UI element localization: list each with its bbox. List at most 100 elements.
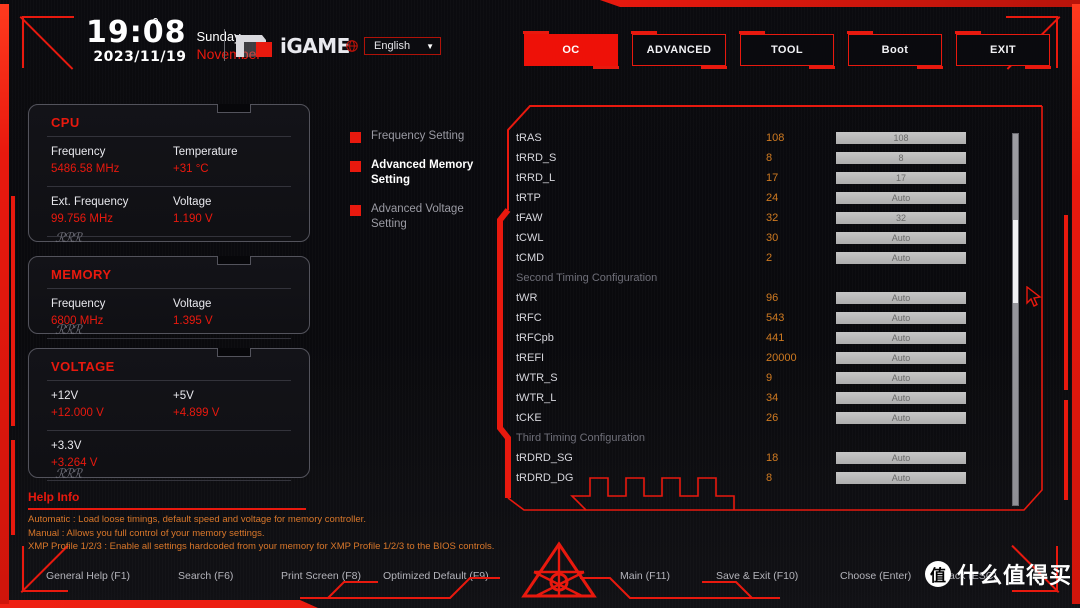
menu-item-advanced-voltage-setting[interactable]: Advanced Voltage Setting <box>350 202 490 232</box>
panel-scribble-decoration: ℛℛℛ <box>55 323 82 338</box>
language-selector[interactable]: English ▼ <box>345 37 441 55</box>
igame-mark-icon <box>232 31 278 61</box>
timing-input-field[interactable]: 32 <box>836 212 966 224</box>
divider <box>47 480 291 481</box>
timing-name: tREFI <box>516 352 545 364</box>
timing-name: tFAW <box>516 212 543 224</box>
timing-input-field[interactable]: 8 <box>836 152 966 164</box>
timings-row[interactable]: tCKE 26 Auto <box>516 408 1016 428</box>
timings-row[interactable]: tRDRD_DG 8 Auto <box>516 468 1016 488</box>
voltage-5v-cell: +5V +4.899 V <box>173 388 295 422</box>
menu-item-frequency-setting[interactable]: Frequency Setting <box>350 129 490 144</box>
timing-current-value: 2 <box>766 252 773 264</box>
cpu-ext-frequency-cell: Ext. Frequency 99.756 MHz <box>51 194 173 228</box>
timings-row[interactable]: tRRD_S 8 8 <box>516 148 1016 168</box>
timings-row[interactable]: tWR 96 Auto <box>516 288 1016 308</box>
frame-left-accent-low <box>11 440 15 535</box>
cpu-panel-title: CPU <box>51 115 80 130</box>
voltage-panel-title: VOLTAGE <box>51 359 115 374</box>
cpu-frequency-cell: Frequency 5486.58 MHz <box>51 144 173 178</box>
timings-row[interactable]: tCMD 2 Auto <box>516 248 1016 268</box>
table-row: Frequency 5486.58 MHz Temperature +31 °C <box>29 137 309 186</box>
timing-name: tCKE <box>516 412 542 424</box>
tab-tool[interactable]: TOOL <box>739 31 835 69</box>
frame-left-accent <box>0 4 9 604</box>
timing-current-value: 17 <box>766 172 779 184</box>
menu-item-advanced-memory-setting[interactable]: Advanced Memory Setting <box>350 158 490 188</box>
watermark-badge-icon: 值 <box>924 561 951 587</box>
timings-row[interactable]: tCWL 30 Auto <box>516 228 1016 248</box>
memory-voltage-value: 1.395 V <box>173 315 213 327</box>
timing-input-field[interactable]: 108 <box>836 132 966 144</box>
scrollbar-thumb[interactable] <box>1013 220 1018 303</box>
timing-input-field[interactable]: 17 <box>836 172 966 184</box>
timing-input-field[interactable]: Auto <box>836 392 966 404</box>
cpu-voltage-value: 1.190 V <box>173 213 213 225</box>
timing-input-field[interactable]: Auto <box>836 352 966 364</box>
voltage-5v-value: +4.899 V <box>173 407 220 419</box>
tab-advanced[interactable]: ADVANCED <box>631 31 727 69</box>
timings-row[interactable]: tREFI 20000 Auto <box>516 348 1016 368</box>
bullet-square-icon <box>350 205 361 216</box>
timing-input-field[interactable]: Auto <box>836 372 966 384</box>
timing-input-field[interactable]: Auto <box>836 232 966 244</box>
timing-name: Third Timing Configuration <box>516 432 646 444</box>
timing-current-value: 441 <box>766 332 785 344</box>
timing-current-value: 24 <box>766 192 779 204</box>
gear-icon[interactable] <box>148 13 163 33</box>
language-dropdown[interactable]: English ▼ <box>364 37 441 55</box>
timing-current-value: 8 <box>766 472 773 484</box>
cpu-ext-frequency-label: Ext. Frequency <box>51 196 129 208</box>
help-line-3: XMP Profile 1/2/3 : Enable all settings … <box>28 541 495 552</box>
hotkey-general-help[interactable]: General Help (F1) <box>46 570 130 582</box>
hotkey-search[interactable]: Search (F6) <box>178 570 233 582</box>
timings-row[interactable]: tRFCpb 441 Auto <box>516 328 1016 348</box>
timing-input-field[interactable]: Auto <box>836 192 966 204</box>
cpu-temperature-label: Temperature <box>173 146 238 158</box>
timings-row[interactable]: tRAS 108 108 <box>516 128 1016 148</box>
divider <box>47 236 291 237</box>
tab-boot-label: Boot <box>881 44 909 56</box>
tab-exit[interactable]: EXIT <box>955 31 1051 69</box>
panel-notch <box>217 348 251 357</box>
tab-exit-label: EXIT <box>989 44 1017 56</box>
timing-input-field[interactable]: Auto <box>836 332 966 344</box>
tab-boot[interactable]: Boot <box>847 31 943 69</box>
timing-input-field[interactable]: Auto <box>836 472 966 484</box>
timing-name: tRFC <box>516 312 542 324</box>
timing-input-field[interactable]: Auto <box>836 252 966 264</box>
timing-name: tRDRD_SG <box>516 452 573 464</box>
tab-oc[interactable]: OC <box>523 31 619 69</box>
timings-row[interactable]: tRTP 24 Auto <box>516 188 1016 208</box>
bullet-square-icon <box>350 161 361 172</box>
chevron-down-icon: ▼ <box>426 41 434 51</box>
timings-scrollbar[interactable] <box>1012 133 1019 506</box>
timing-name: tRAS <box>516 132 542 144</box>
timings-row[interactable]: tWTR_L 34 Auto <box>516 388 1016 408</box>
timing-name: tRRD_S <box>516 152 557 164</box>
bottom-wing-left-decoration <box>300 577 500 599</box>
tab-tool-label: TOOL <box>771 44 803 56</box>
timing-input-field[interactable]: Auto <box>836 452 966 464</box>
hotkey-choose[interactable]: Choose (Enter) <box>840 570 911 582</box>
cpu-frequency-value: 5486.58 MHz <box>51 163 120 175</box>
timing-current-value: 30 <box>766 232 779 244</box>
timings-row[interactable]: tRRD_L 17 17 <box>516 168 1016 188</box>
frame-left-accent-mid <box>11 196 15 426</box>
timing-input-field[interactable]: Auto <box>836 292 966 304</box>
cpu-frequency-label: Frequency <box>51 146 106 158</box>
timings-row[interactable]: tRDRD_SG 18 Auto <box>516 448 1016 468</box>
timings-row[interactable]: tRFC 543 Auto <box>516 308 1016 328</box>
timing-current-value: 8 <box>766 152 773 164</box>
timings-row[interactable]: tFAW 32 32 <box>516 208 1016 228</box>
cpu-temperature-value: +31 °C <box>173 163 209 175</box>
timings-list: tRAS 108 108 tRRD_S 8 8 tRRD_L 17 17 tRTP 24 Auto tF… <box>516 128 1016 503</box>
voltage-12v-label: +12V <box>51 390 79 402</box>
menu-item-frequency-setting-label: Frequency Setting <box>371 130 465 142</box>
memory-frequency-label: Frequency <box>51 298 106 310</box>
panel-notch <box>217 256 251 265</box>
timings-row[interactable]: tWTR_S 9 Auto <box>516 368 1016 388</box>
timing-input-field[interactable]: Auto <box>836 312 966 324</box>
help-info-body: Automatic : Load loose timings, default … <box>28 513 498 554</box>
timing-input-field[interactable]: Auto <box>836 412 966 424</box>
